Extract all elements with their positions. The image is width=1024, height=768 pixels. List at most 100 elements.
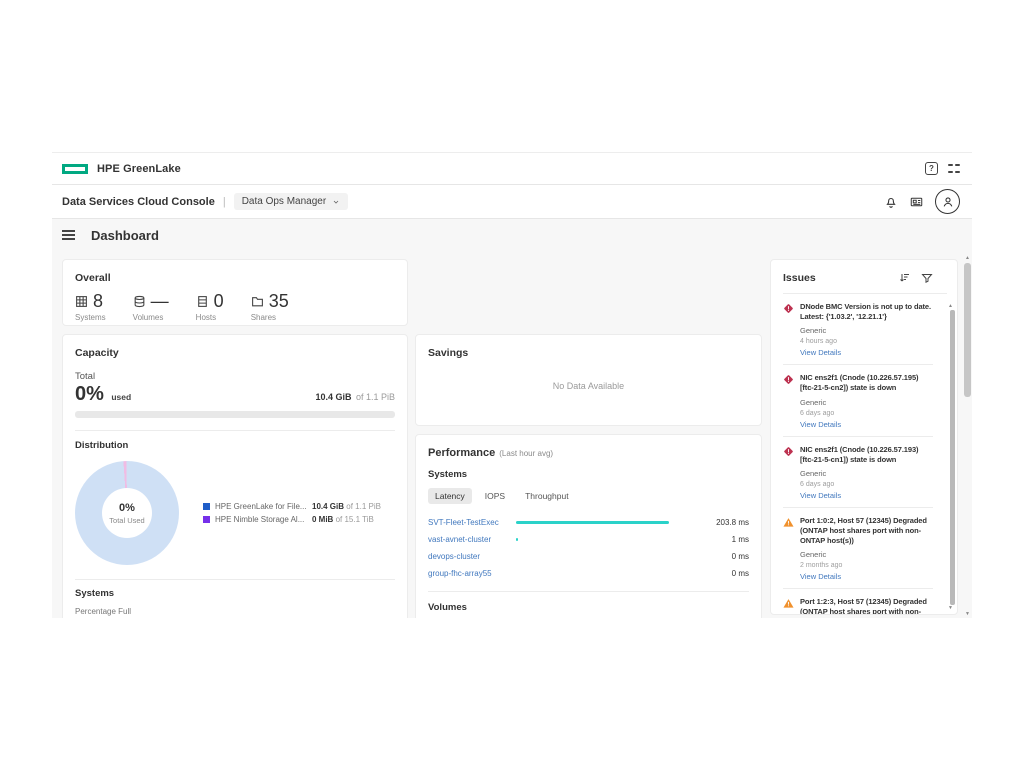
system-link[interactable]: SVT-Fleet-TestExec [428, 518, 516, 527]
performance-systems-label: Systems [428, 469, 749, 480]
issue-item: Port 1:2:3, Host 57 (12345) Degraded (ON… [783, 589, 933, 615]
menu-icon[interactable] [62, 228, 75, 242]
whats-new-button[interactable] [909, 195, 924, 209]
latency-chart: SVT-Fleet-TestExec 203.8 ms vast-avnet-c… [428, 514, 749, 582]
page-title: Dashboard [91, 228, 159, 243]
view-details-link[interactable]: View Details [800, 572, 933, 581]
perf-row: SVT-Fleet-TestExec 203.8 ms [428, 514, 749, 531]
legend-swatch [203, 516, 210, 523]
legend-item: HPE GreenLake for File... 10.4 GiB of 1.… [203, 502, 381, 511]
issue-category: Generic [800, 550, 933, 559]
systems-icon [75, 295, 88, 308]
shares-count: 35 [269, 292, 289, 310]
perf-row: devops-cluster 0 ms [428, 548, 749, 565]
brand: HPE GreenLake [62, 163, 181, 175]
user-icon [941, 195, 955, 209]
percentage-full-label: Percentage Full [75, 607, 395, 616]
legend-swatch [203, 503, 210, 510]
issue-time: 4 hours ago [800, 338, 933, 345]
issue-title: Port 1:2:3, Host 57 (12345) Degraded (ON… [800, 597, 933, 615]
view-details-link[interactable]: View Details [800, 491, 933, 500]
performance-subtitle: (Last hour avg) [499, 449, 553, 458]
capacity-used-percent: 0% [75, 383, 104, 405]
apps-grid-icon[interactable] [948, 163, 960, 175]
savings-title: Savings [428, 347, 749, 359]
view-details-link[interactable]: View Details [800, 420, 933, 429]
issues-list: DNode BMC Version is not up to date. Lat… [783, 293, 947, 615]
distribution-legend: HPE GreenLake for File... 10.4 GiB of 1.… [203, 502, 381, 524]
perf-row: vast-avnet-cluster 1 ms [428, 531, 749, 548]
page-scrollbar[interactable]: ▲ ▼ [962, 255, 972, 618]
bell-icon [884, 195, 898, 209]
capacity-total-label: Total [75, 371, 395, 382]
warning-icon [783, 517, 794, 528]
critical-icon [783, 374, 794, 385]
issue-time: 6 days ago [800, 481, 933, 488]
help-button[interactable]: ? [925, 162, 938, 175]
latency-bar [516, 521, 669, 524]
volumes-icon [133, 295, 146, 308]
donut-center-value: 0% [119, 502, 135, 514]
performance-card: Performance (Last hour avg) Systems Late… [415, 434, 762, 618]
issues-scrollbar-thumb[interactable] [950, 310, 955, 605]
issues-panel: Issues DNode BMC [770, 259, 958, 615]
page-scrollbar-thumb[interactable] [964, 263, 971, 397]
tab-throughput[interactable]: Throughput [518, 488, 575, 504]
system-link[interactable]: vast-avnet-cluster [428, 535, 516, 544]
warning-icon [783, 598, 794, 609]
systems-label: Systems [75, 313, 106, 322]
stat-volumes: — Volumes [133, 292, 169, 322]
user-avatar[interactable] [935, 189, 960, 214]
hpe-logo-icon [62, 164, 88, 174]
news-icon [909, 195, 924, 209]
distribution-title: Distribution [75, 440, 395, 451]
stat-shares: 35 Shares [251, 292, 289, 322]
volumes-section-title: Volumes [428, 602, 749, 613]
notifications-button[interactable] [884, 195, 898, 209]
system-link[interactable]: devops-cluster [428, 552, 516, 561]
console-header: Data Services Cloud Console | Data Ops M… [52, 185, 972, 219]
help-icon: ? [925, 162, 938, 175]
issue-item: NIC ens2f1 (Cnode (10.226.57.193) [ftc-2… [783, 437, 933, 508]
view-details-link[interactable]: View Details [800, 348, 933, 357]
issue-item: DNode BMC Version is not up to date. Lat… [783, 294, 933, 365]
capacity-used-suffix: used [111, 392, 131, 402]
hosts-label: Hosts [196, 313, 224, 322]
issue-title: NIC ens2f1 (Cnode (10.226.57.195) [ftc-2… [800, 373, 933, 393]
main-content: Dashboard Overall 8 Systems [52, 219, 972, 618]
overall-title: Overall [75, 272, 395, 284]
critical-icon [783, 446, 794, 457]
issue-title: Port 1:0:2, Host 57 (12345) Degraded (ON… [800, 516, 933, 546]
perf-row: group-fhc-array55 0 ms [428, 565, 749, 582]
issue-time: 2 months ago [800, 562, 933, 569]
issue-title: NIC ens2f1 (Cnode (10.226.57.193) [ftc-2… [800, 445, 933, 465]
tab-latency[interactable]: Latency [428, 488, 472, 504]
top-header: HPE GreenLake ? [52, 153, 972, 185]
separator: | [223, 196, 226, 208]
sort-icon[interactable] [899, 272, 911, 284]
legend-name: HPE GreenLake for File... [215, 502, 307, 511]
volumes-count: — [151, 292, 169, 310]
savings-card: Savings No Data Available [415, 334, 762, 426]
legend-amount: 0 MiB of 15.1 TiB [312, 515, 374, 524]
app-selector-dropdown[interactable]: Data Ops Manager [234, 193, 349, 210]
brand-name: HPE GreenLake [97, 163, 181, 175]
latency-value: 0 ms [694, 569, 749, 578]
savings-empty-state: No Data Available [428, 359, 749, 413]
issue-item: Port 1:0:2, Host 57 (12345) Degraded (ON… [783, 508, 933, 589]
page-toolbar: Dashboard [52, 219, 972, 251]
shares-icon [251, 295, 264, 308]
filter-icon[interactable] [921, 272, 933, 284]
shares-label: Shares [251, 313, 289, 322]
issues-scrollbar[interactable]: ▲ ▼ [950, 304, 955, 611]
distribution-donut-chart: 0% Total Used [75, 461, 179, 565]
hosts-count: 0 [214, 292, 224, 310]
critical-icon [783, 303, 794, 314]
tab-iops[interactable]: IOPS [478, 488, 512, 504]
latency-bar [516, 538, 518, 541]
performance-tabs: Latency IOPS Throughput [428, 488, 749, 504]
overall-card: Overall 8 Systems [62, 259, 408, 326]
system-link[interactable]: group-fhc-array55 [428, 569, 516, 578]
hosts-icon [196, 295, 209, 308]
latency-value: 0 ms [694, 552, 749, 561]
